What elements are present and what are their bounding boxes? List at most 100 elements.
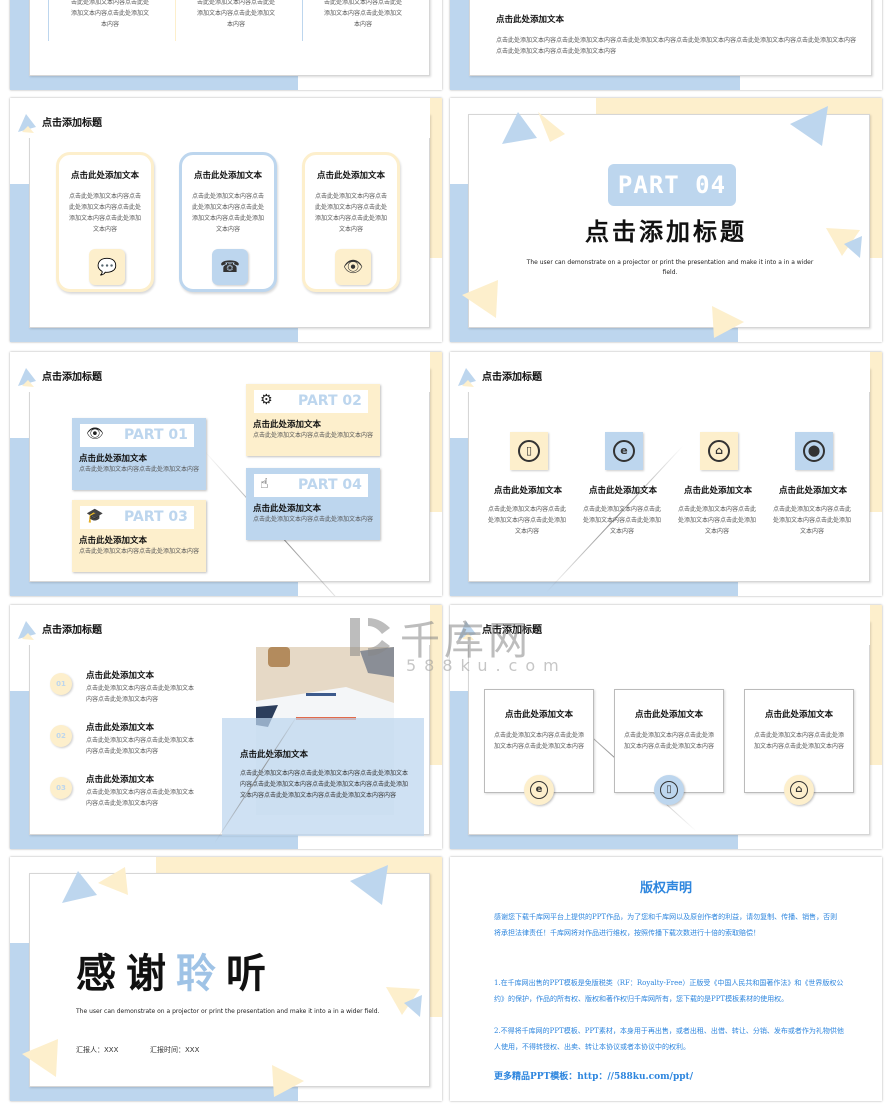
- part-heading: 点击此处添加文本: [253, 504, 322, 514]
- copyright-para-1: 感谢您下载千库网平台上提供的PPT作品，为了您和千库网以及原创作者的利益，请勿复…: [494, 913, 838, 937]
- triangle-shape: [98, 867, 128, 895]
- triangle-logo-icon: [458, 368, 476, 387]
- card-body: 点击此处添加文本内容点击此处添加文本内容点击此处添加文本内容点击此处添加文本内容: [69, 193, 142, 233]
- slide-title: 点击添加标题: [42, 625, 102, 636]
- slide-6[interactable]: 点击添加标题 ▯ 点击此处添加文本点击此处添加文本内容点击此处添加文本内容点击此处…: [450, 352, 882, 596]
- triangle-logo-icon: [18, 621, 36, 640]
- mobile-phone-icon: ▯: [518, 440, 540, 462]
- part-box[interactable]: 🎓 PART 03 点击此处添加文本点击此处添加文本内容点击此处添加文本内容: [72, 500, 206, 572]
- triangle-shape: [790, 106, 828, 146]
- item-body: 点击此处添加文本内容点击此处添加文本内容点击此处添加文本内容: [772, 506, 851, 535]
- part-box[interactable]: ☝ PART 04 点击此处添加文本点击此处添加文本内容点击此处添加文本内容: [246, 468, 380, 540]
- card-heading: 点击此处添加文本: [504, 710, 573, 720]
- slide-4[interactable]: PART 04 点击添加标题 The user can demonstrate …: [450, 98, 882, 342]
- list-heading: 点击此处添加文本: [86, 775, 155, 785]
- column-text: 击此处添加文本内容点击此处添加文本内容点击此处添加文本内容: [196, 0, 275, 28]
- triangle-logo-icon: [18, 368, 36, 387]
- triangle-shape: [62, 871, 97, 903]
- slide-8[interactable]: 点击添加标题 点击此处添加文本 点击此处添加文本内容点击此处添加文本内容点击此处添…: [450, 605, 882, 849]
- slide-1[interactable]: 击此处添加文本内容点击此处添加文本内容点击此处添加文本内容 击此处添加文本内容点…: [10, 0, 442, 90]
- card-heading: 点击此处添加文本: [634, 710, 703, 720]
- title-char: 听: [226, 951, 276, 997]
- card-heading: 点击此处添加文本: [316, 171, 385, 181]
- copyright-para-2: 1.在千库网出售的PPT模板是免版税类（RF：Royalty-Free）正版受《…: [494, 979, 844, 1003]
- card-heading: 点击此处添加文本: [193, 171, 262, 181]
- title-char: 谢: [126, 951, 176, 997]
- part-body: 点击此处添加文本内容点击此处添加文本内容: [79, 466, 200, 473]
- card-body: 点击此处添加文本内容点击此处添加文本内容点击此处添加文本内容: [753, 732, 844, 750]
- list-number-badge: 03: [50, 777, 72, 799]
- icon-badge: e: [524, 775, 554, 805]
- slide-title: 点击添加标题: [42, 118, 102, 129]
- part-heading: 点击此处添加文本: [79, 536, 148, 546]
- telephone-icon: ☎: [212, 249, 248, 285]
- title-char-accent: 聆: [176, 951, 226, 997]
- slide-3[interactable]: 点击添加标题 点击此处添加文本点击此处添加文本内容点击此处添加文本内容点击此处添…: [10, 98, 442, 342]
- section-subtitle: The user can demonstrate on a projector …: [526, 259, 814, 276]
- part-body: 点击此处添加文本内容点击此处添加文本内容: [79, 548, 200, 555]
- card-body: 点击此处添加文本内容点击此处添加文本内容点击此处添加文本内容: [623, 732, 714, 750]
- slide-7[interactable]: 点击添加标题 01 点击此处添加文本 点击此处添加文本内容点击此处添加文本内容点击此…: [10, 605, 442, 849]
- item-body: 点击此处添加文本内容点击此处添加文本内容点击此处添加文本内容: [677, 506, 756, 535]
- title-char: 感: [76, 951, 126, 997]
- triangle-shape: [462, 280, 498, 318]
- text-body: 点击此处添加文本内容点击此处添加文本内容点击此处添加文本内容点击此处添加文本内容…: [496, 37, 857, 55]
- triangle-shape: [538, 112, 565, 142]
- graduation-cap-icon: 🎓: [86, 508, 104, 524]
- item-heading: 点击此处添加文本: [778, 486, 847, 496]
- slide-title: 点击添加标题: [42, 372, 102, 383]
- wechat-icon: 💬: [89, 249, 125, 285]
- list-number-badge: 02: [50, 725, 72, 747]
- triangle-shape: [272, 1065, 304, 1097]
- slide-10[interactable]: 版权声明 感谢您下载千库网平台上提供的PPT作品，为了您和千库网以及原创作者的利…: [450, 857, 882, 1101]
- part-box[interactable]: 👁 PART 01 点击此处添加文本 点击此处添加文本内容点击此处添加文本内容: [72, 418, 206, 490]
- item-heading: 点击此处添加文本: [493, 486, 562, 496]
- list-body: 点击此处添加文本内容点击此处添加文本内容点击此处添加文本内容: [86, 789, 195, 807]
- card-body: 点击此处添加文本内容点击此处添加文本内容点击此处添加文本内容点击此处添加文本内容: [315, 193, 388, 233]
- icon-badge: ▯: [654, 775, 684, 805]
- home-icon: ⌂: [708, 440, 730, 462]
- icon-tile: ⌂: [700, 432, 738, 470]
- part-body: 点击此处添加文本内容点击此处添加文本内容: [253, 516, 374, 523]
- icon-tile: ⬤: [795, 432, 833, 470]
- text-overlay-panel: 点击此处添加文本 点击此处添加文本内容点击此处添加文本内容点击此处添加文本内容点…: [222, 718, 424, 836]
- slide-9[interactable]: 感谢聆听 The user can demonstrate on a proje…: [10, 857, 442, 1101]
- report-time-label: 汇报时间：XXX: [150, 1046, 200, 1054]
- copyright-para-3: 2.不得将千库网的PPT模板、PPT素材，本身用于再出售，或者出租、出借、转让、…: [494, 1027, 844, 1051]
- gears-icon: ⚙: [260, 392, 273, 408]
- section-title: 点击添加标题: [585, 218, 747, 246]
- hand-pointer-icon: ☝: [260, 476, 269, 492]
- slide-2[interactable]: 点击此处添加文本 点击此处添加文本内容点击此处添加文本内容点击此处添加文本内容点…: [450, 0, 882, 90]
- part-box[interactable]: ⚙ PART 02 点击此处添加文本 点击此处添加文本内容点击此处添加文本内容: [246, 384, 380, 456]
- part-heading: 点击此处添加文本: [253, 420, 322, 430]
- mobile-phone-icon: ▯: [660, 781, 678, 799]
- overlay-body: 点击此处添加文本内容点击此处添加文本内容点击此处添加文本内容点击此处添加文本内容…: [240, 770, 409, 799]
- card-body: 点击此处添加文本内容点击此处添加文本内容点击此处添加文本内容: [493, 732, 584, 750]
- more-templates-link[interactable]: 更多精品PPT模板：http：//588ku.com/ppt/: [494, 1069, 693, 1082]
- home-icon: ⌂: [790, 781, 808, 799]
- list-heading: 点击此处添加文本: [86, 671, 155, 681]
- eye-icon: 👁: [335, 249, 371, 285]
- item-body: 点击此处添加文本内容点击此处添加文本内容点击此处添加文本内容: [487, 506, 566, 535]
- copyright-title: 版权声明: [639, 881, 692, 896]
- feature-card[interactable]: 点击此处添加文本 点击此处添加文本内容点击此处添加文本内容点击此处添加文本内容点击…: [179, 152, 277, 292]
- triangle-shape: [712, 306, 744, 338]
- part-label-bar: ⚙ PART 02: [254, 390, 368, 413]
- part-label: PART 04: [298, 477, 362, 493]
- slide-title: 点击添加标题: [482, 372, 542, 383]
- feature-card[interactable]: 点击此处添加文本 点击此处添加文本内容点击此处添加文本内容点击此处添加文本内容点击…: [56, 152, 154, 292]
- internet-explorer-icon: e: [613, 440, 635, 462]
- triangle-shape: [22, 1039, 58, 1077]
- slide-5[interactable]: 点击添加标题 👁 PART 01 点击此处添加文本 点击此处添加文本内容点击此处添加文…: [10, 352, 442, 596]
- part-label: PART 03: [124, 509, 188, 525]
- thank-you-title: 感谢聆听: [76, 941, 276, 999]
- icon-tile: ▯: [510, 432, 548, 470]
- part-label-bar: ☝ PART 04: [254, 474, 368, 497]
- triangle-shape: [502, 112, 537, 144]
- feature-card[interactable]: 点击此处添加文本点击此处添加文本内容点击此处添加文本内容点击此处添加文本内容点击…: [302, 152, 400, 292]
- item-body: 点击此处添加文本内容点击此处添加文本内容点击此处添加文本内容: [582, 506, 661, 535]
- triangle-shape: [350, 865, 388, 905]
- text-heading: 点击此处添加文本: [496, 15, 565, 25]
- part-label-bar: 👁 PART 01: [80, 424, 194, 447]
- list-number-badge: 01: [50, 673, 72, 695]
